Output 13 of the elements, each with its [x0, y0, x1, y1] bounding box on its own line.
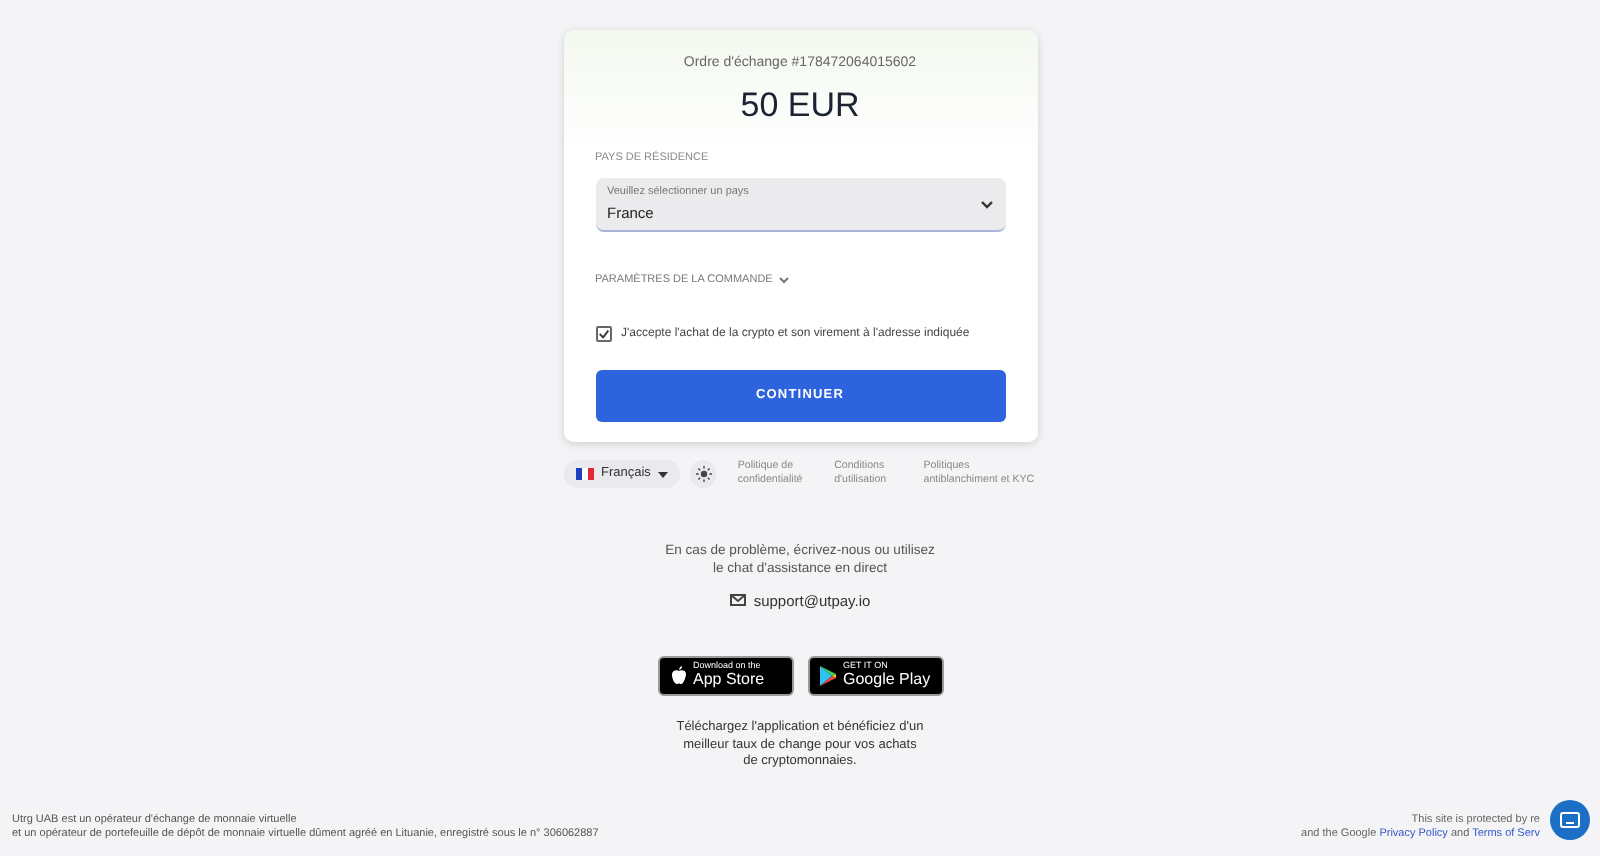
checkbox[interactable] [595, 326, 611, 343]
apple-icon [669, 665, 687, 686]
chat-icon [1560, 811, 1580, 829]
sun-icon [695, 466, 712, 483]
chevron-down-icon [979, 199, 993, 209]
theme-toggle[interactable] [690, 460, 716, 489]
play-icon [819, 665, 837, 686]
amount: 50 EUR [738, 83, 862, 127]
flag-icon [575, 468, 593, 481]
mail-icon [729, 594, 746, 607]
chevron-down-icon [778, 275, 791, 284]
chat-button[interactable] [1550, 800, 1590, 840]
caret-icon [658, 471, 669, 478]
